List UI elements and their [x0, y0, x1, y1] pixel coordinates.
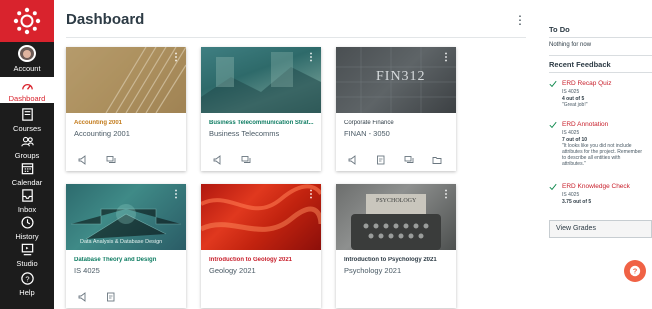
canvas-logo-icon — [13, 7, 41, 35]
assignments-icon[interactable] — [376, 152, 386, 165]
global-nav: Account Dashboard Courses Groups Calenda… — [0, 0, 54, 309]
dashboard-icon — [17, 79, 37, 94]
people-icon — [17, 131, 37, 151]
course-card-code: Accounting 2001 — [74, 129, 130, 138]
feedback-item-course: IS 4025 — [562, 130, 580, 136]
studio-icon — [17, 239, 37, 259]
todo-empty-text: Nothing for now — [549, 42, 592, 48]
check-icon — [549, 121, 557, 129]
nav-inbox[interactable]: Inbox — [0, 185, 54, 214]
course-card-hero-text: FIN312 — [376, 69, 426, 84]
course-card-code: Geology 2021 — [209, 266, 256, 275]
course-card-database-theory[interactable]: Data Analysis & Database Design ⋮ Databa… — [66, 184, 186, 308]
nav-dashboard-label: Dashboard — [8, 94, 46, 103]
card-options-icon[interactable]: ⋮ — [306, 52, 316, 63]
course-card-code: Psychology 2021 — [344, 266, 402, 275]
view-grades-button[interactable]: View Grades — [549, 220, 652, 238]
page-title: Dashboard — [66, 11, 145, 28]
course-card-hero-text: Data Analysis & Database Design — [80, 239, 163, 245]
course-card-title[interactable]: Introduction to Psychology 2021 — [344, 257, 450, 263]
feedback-item[interactable]: ERD Recap Quiz IS 4025 4 out of 5 "Great… — [549, 80, 652, 114]
header-divider — [66, 37, 526, 38]
course-card-title[interactable]: Database Theory and Design — [74, 257, 180, 263]
check-icon — [549, 80, 557, 88]
nav-dashboard[interactable]: Dashboard — [0, 77, 54, 103]
announcements-icon[interactable] — [78, 152, 88, 165]
course-card-corporate-finance[interactable]: FIN312 ⋮ Corporate Finance FINAN - 3050 — [336, 47, 456, 171]
course-card-geology[interactable]: ⋮ Introduction to Geology 2021 Geology 2… — [201, 184, 321, 308]
calendar-icon — [17, 158, 37, 178]
course-card-title[interactable]: Accounting 2001 — [74, 120, 180, 126]
discussions-icon[interactable] — [404, 152, 414, 163]
check-icon — [549, 183, 557, 191]
dashboard-options-menu[interactable]: ⋮ — [514, 13, 526, 27]
feedback-divider — [549, 72, 652, 73]
feedback-item-course: IS 4025 — [562, 89, 580, 95]
svg-text:?: ? — [633, 267, 638, 276]
feedback-item-score: 3.75 out of 5 — [562, 199, 592, 205]
canvas-logo[interactable] — [0, 0, 54, 42]
feedback-item[interactable]: ERD Annotation IS 4025 7 out of 10 "It l… — [549, 121, 652, 173]
course-card-title[interactable]: Introduction to Geology 2021 — [209, 257, 315, 263]
book-icon — [17, 104, 37, 124]
help-icon: ? — [17, 268, 37, 288]
announcements-icon[interactable] — [348, 152, 358, 165]
announcements-icon[interactable] — [78, 289, 88, 302]
nav-groups[interactable]: Groups — [0, 131, 54, 160]
todo-divider — [549, 37, 652, 38]
nav-calendar[interactable]: Calendar — [0, 158, 54, 187]
assignments-icon[interactable] — [106, 289, 116, 302]
card-options-icon[interactable]: ⋮ — [441, 189, 451, 200]
feedback-item-course: IS 4025 — [562, 192, 580, 198]
course-card-image: FIN312 ⋮ — [336, 47, 456, 113]
feedback-item-comment: "Great job!" — [562, 102, 588, 108]
course-card-accounting[interactable]: ⋮ Accounting 2001 Accounting 2001 — [66, 47, 186, 171]
course-card-title[interactable]: Corporate Finance — [344, 120, 450, 126]
course-card-image: ⋮ — [66, 47, 186, 113]
nav-courses[interactable]: Courses — [0, 104, 54, 133]
feedback-item[interactable]: ERD Knowledge Check IS 4025 3.75 out of … — [549, 183, 652, 209]
announcements-icon[interactable] — [213, 152, 223, 165]
course-card-psychology[interactable]: PSYCHOLOGY ⋮ Introduction to Psychology … — [336, 184, 456, 308]
card-options-icon[interactable]: ⋮ — [171, 189, 181, 200]
course-card-code: IS 4025 — [74, 266, 100, 275]
course-card-title[interactable]: Business Telecommunication Strat... — [209, 120, 315, 126]
course-card-image: ⋮ — [201, 47, 321, 113]
files-icon[interactable] — [432, 152, 442, 164]
course-card-business-telecom[interactable]: ⋮ Business Telecommunication Strat... Bu… — [201, 47, 321, 171]
feedback-item-comment-line: attributes." — [562, 161, 586, 167]
discussions-icon[interactable] — [106, 152, 116, 163]
card-options-icon[interactable]: ⋮ — [306, 189, 316, 200]
feedback-item-title[interactable]: ERD Recap Quiz — [562, 80, 612, 87]
discussions-icon[interactable] — [241, 152, 251, 163]
avatar — [18, 45, 36, 62]
course-card-code: Business Telecomms — [209, 129, 280, 138]
clock-icon — [17, 212, 37, 232]
course-card-hero-text: PSYCHOLOGY — [376, 198, 417, 204]
nav-history[interactable]: History — [0, 212, 54, 241]
card-options-icon[interactable]: ⋮ — [171, 52, 181, 63]
feedback-heading: Recent Feedback — [549, 60, 611, 69]
card-options-icon[interactable]: ⋮ — [441, 52, 451, 63]
nav-help-label: Help — [19, 288, 35, 297]
nav-account-label: Account — [13, 64, 41, 73]
course-card-image: ⋮ — [201, 184, 321, 250]
help-button[interactable]: ? — [624, 260, 646, 282]
course-card-image: Data Analysis & Database Design ⋮ — [66, 184, 186, 250]
feedback-divider-top — [549, 55, 652, 56]
course-card-image: PSYCHOLOGY ⋮ — [336, 184, 456, 250]
inbox-icon — [17, 185, 37, 205]
feedback-item-title[interactable]: ERD Annotation — [562, 121, 608, 128]
nav-help[interactable]: ? Help — [0, 268, 54, 297]
nav-account[interactable]: Account — [0, 45, 54, 73]
svg-text:?: ? — [25, 274, 29, 283]
nav-studio[interactable]: Studio — [0, 239, 54, 268]
course-card-code: FINAN - 3050 — [344, 129, 390, 138]
nav-studio-label: Studio — [16, 259, 38, 268]
todo-heading: To Do — [549, 25, 570, 34]
question-icon: ? — [629, 265, 641, 277]
feedback-item-title[interactable]: ERD Knowledge Check — [562, 183, 630, 190]
